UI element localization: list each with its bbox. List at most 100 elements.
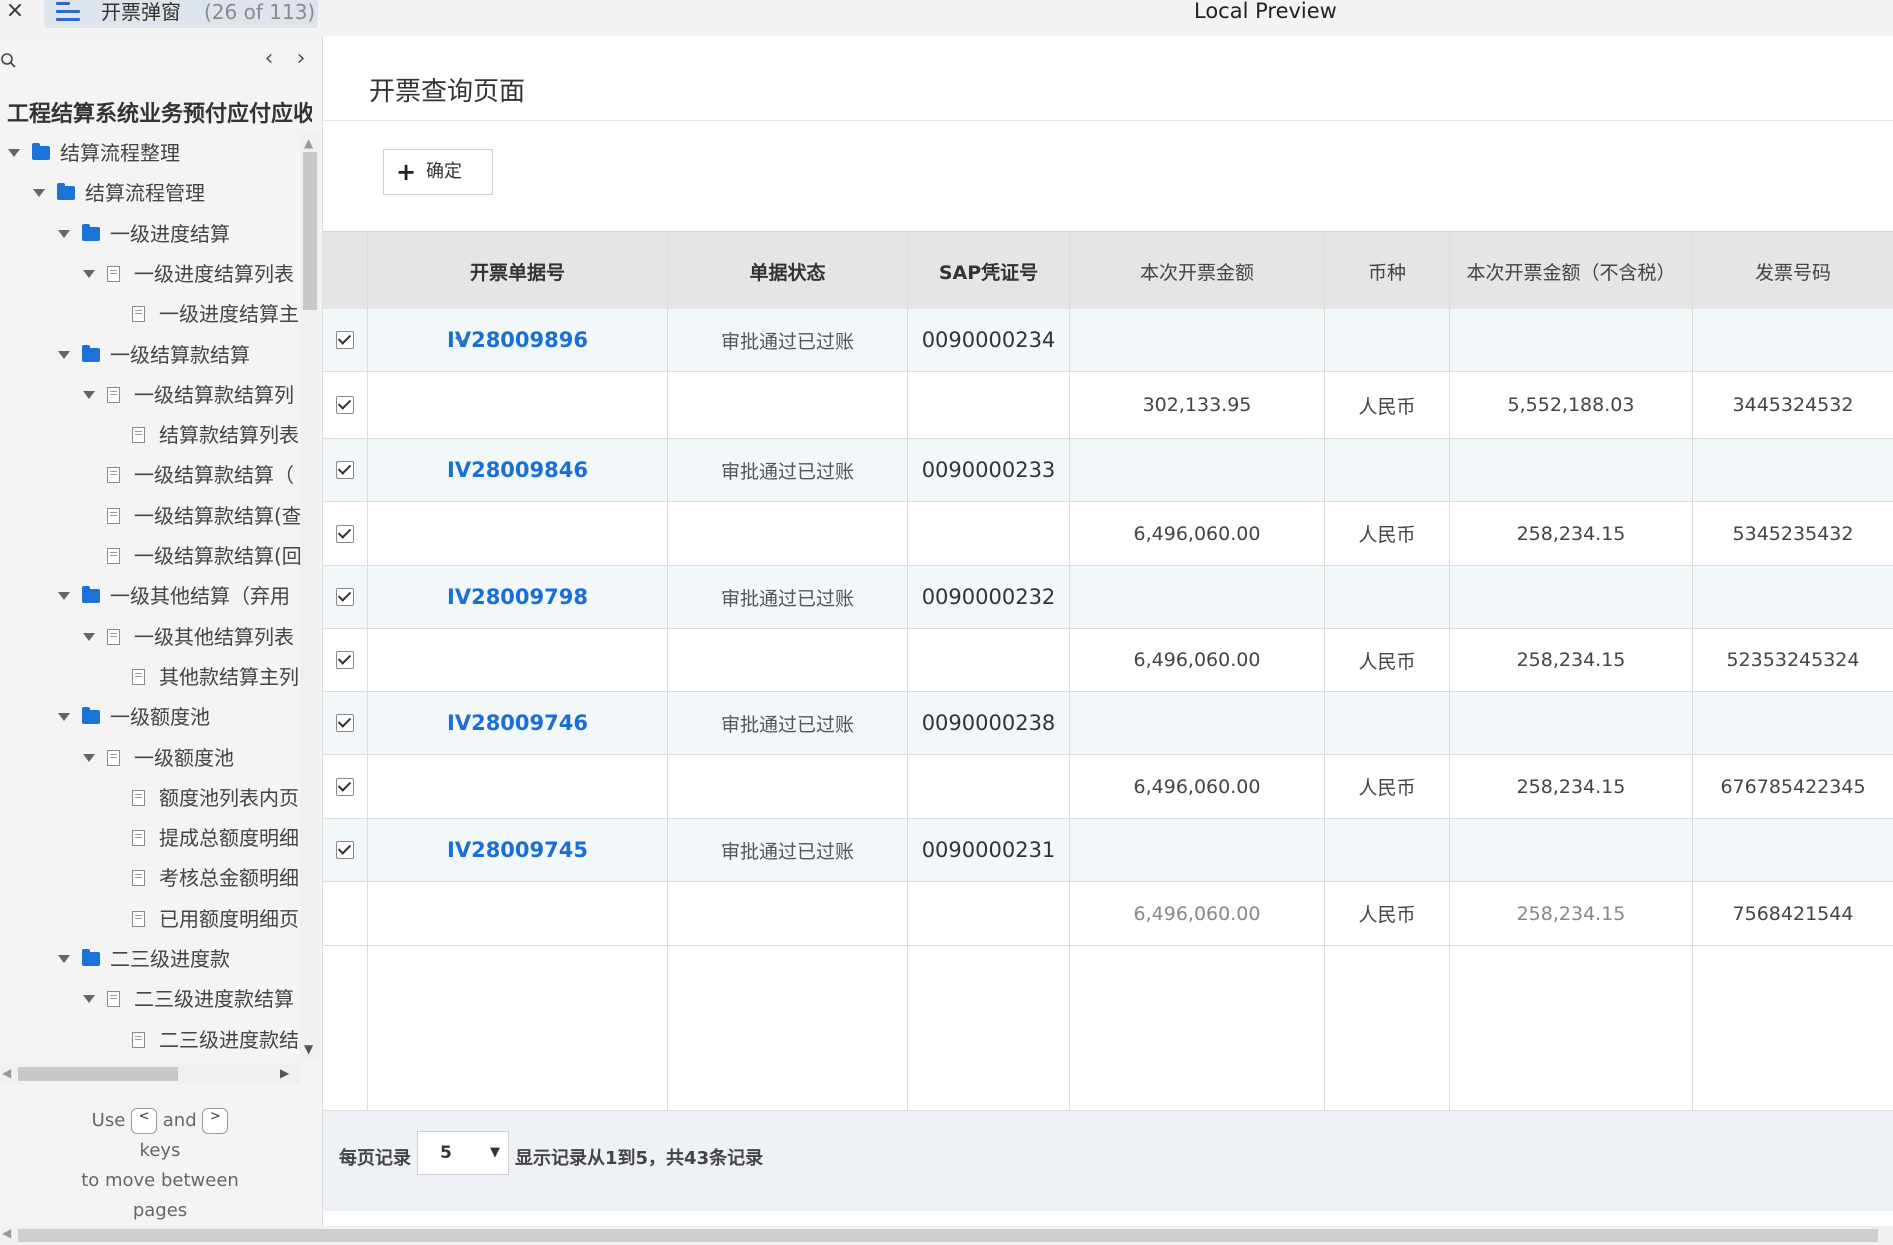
column-header-amount[interactable]: 本次开票金额 — [1070, 232, 1325, 310]
invoice-detail-row[interactable]: 6,496,060.00 人民币 258,234.15 676785422345 — [323, 755, 1893, 819]
next-page-icon[interactable]: › — [290, 46, 312, 74]
column-header-sap-no[interactable]: SAP凭证号 — [908, 232, 1070, 310]
invoice-row[interactable]: IV28009798 审批通过已过账 0090000232 — [323, 566, 1893, 629]
invoice-detail-row[interactable]: 6,496,060.00 人民币 258,234.15 5345235432 — [323, 502, 1893, 566]
expand-caret-icon[interactable] — [58, 712, 70, 721]
tree-item[interactable]: 结算流程整理 — [8, 134, 180, 172]
invoice-no-cell[interactable]: IV28009745 — [368, 819, 668, 881]
tree-item[interactable]: 提成总额度明细 — [108, 819, 299, 857]
tree-item[interactable]: 一级结算款结算(查 — [83, 497, 300, 535]
expand-caret-icon[interactable] — [58, 229, 70, 238]
select-cell[interactable] — [323, 629, 368, 691]
window-horizontal-scrollbar[interactable]: ◀ — [0, 1226, 1893, 1245]
select-cell[interactable] — [323, 502, 368, 565]
row-checkbox[interactable] — [336, 651, 354, 669]
expand-caret-icon[interactable] — [83, 753, 95, 762]
tree-item[interactable]: 一级进度结算 — [58, 215, 230, 253]
scroll-down-icon[interactable]: ▼ — [304, 1042, 313, 1056]
column-header-amount-excl-tax[interactable]: 本次开票金额（不含税） — [1450, 232, 1693, 310]
tree-item[interactable]: 一级结算款结算（ — [83, 456, 294, 494]
tree-item[interactable]: 一级结算款结算 — [58, 336, 250, 374]
column-header-invoice-no[interactable]: 开票单据号 — [368, 232, 668, 310]
select-cell[interactable] — [323, 309, 368, 371]
expand-caret-icon[interactable] — [83, 632, 95, 641]
tree-item[interactable]: 二三级进度款结算 — [83, 980, 294, 1018]
row-checkbox[interactable] — [336, 524, 354, 543]
tree-item[interactable]: 一级进度结算列表 — [83, 255, 294, 293]
scrollbar-thumb[interactable] — [18, 1229, 1878, 1242]
tree-item[interactable]: 结算款结算列表 — [108, 416, 299, 454]
row-checkbox[interactable] — [336, 714, 354, 732]
expand-caret-icon[interactable] — [58, 591, 70, 600]
select-cell[interactable] — [323, 819, 368, 881]
confirm-button[interactable]: + 确定 — [383, 149, 493, 195]
tree-item[interactable]: 二三级进度款结 — [108, 1021, 299, 1059]
sidebar-horizontal-scrollbar[interactable]: ◀ ▶ — [0, 1064, 300, 1084]
scrollbar-thumb[interactable] — [303, 152, 317, 310]
invoice-no-link[interactable]: IV28009798 — [447, 585, 588, 609]
invoice-no-link[interactable]: IV28009746 — [447, 711, 588, 735]
row-checkbox[interactable] — [336, 588, 354, 606]
invoice-no-cell[interactable]: IV28009896 — [368, 309, 668, 371]
tree-item[interactable]: 一级进度结算主 — [108, 295, 299, 333]
tree-item[interactable]: 结算流程管理 — [33, 174, 205, 212]
invoice-detail-row[interactable]: 6,496,060.00 人民币 258,234.15 7568421544 — [323, 882, 1893, 946]
invoice-row[interactable]: IV28009896 审批通过已过账 0090000234 — [323, 309, 1893, 372]
scroll-left-icon[interactable]: ◀ — [2, 1066, 11, 1080]
expand-caret-icon[interactable] — [58, 954, 70, 963]
row-checkbox[interactable] — [336, 461, 354, 479]
invoice-row[interactable]: IV28009846 审批通过已过账 0090000233 — [323, 439, 1893, 502]
search-icon[interactable] — [0, 52, 18, 70]
scroll-right-icon[interactable]: ▶ — [280, 1066, 289, 1080]
invoice-detail-row[interactable]: 302,133.95 人民币 5,552,188.03 3445324532 — [323, 372, 1893, 439]
row-checkbox[interactable] — [336, 331, 354, 349]
expand-caret-icon[interactable] — [33, 188, 45, 197]
invoice-row[interactable]: IV28009746 审批通过已过账 0090000238 — [323, 692, 1893, 755]
select-cell[interactable] — [323, 372, 368, 438]
tree-item[interactable]: 已用额度明细页 — [108, 900, 299, 938]
expand-caret-icon[interactable] — [58, 350, 70, 359]
close-icon[interactable]: × — [4, 0, 26, 24]
select-cell[interactable] — [323, 439, 368, 501]
tree-item[interactable]: 一级额度池 — [83, 739, 234, 777]
tree-item[interactable]: 额度池列表内页 — [108, 779, 299, 817]
column-header-invoice-number[interactable]: 发票号码 — [1693, 232, 1893, 310]
row-checkbox[interactable] — [336, 841, 354, 859]
column-header-status[interactable]: 单据状态 — [668, 232, 908, 310]
invoice-detail-row[interactable]: 6,496,060.00 人民币 258,234.15 52353245324 — [323, 629, 1893, 692]
per-page-select[interactable]: 5 ▼ — [417, 1131, 509, 1175]
tree-item[interactable]: 一级其他结算列表 — [83, 618, 294, 656]
select-cell[interactable] — [323, 692, 368, 754]
invoice-no-cell[interactable]: IV28009846 — [368, 439, 668, 501]
scroll-left-icon[interactable]: ◀ — [2, 1226, 11, 1240]
row-checkbox[interactable] — [336, 777, 354, 796]
sidebar-vertical-scrollbar[interactable]: ▲ ▼ — [300, 134, 320, 1058]
invoice-no-link[interactable]: IV28009745 — [447, 838, 588, 862]
expand-caret-icon[interactable] — [83, 390, 95, 399]
select-cell[interactable] — [323, 755, 368, 818]
tree-item[interactable]: 考核总金额明细 — [108, 859, 299, 897]
expand-caret-icon[interactable] — [83, 994, 95, 1003]
row-checkbox[interactable] — [336, 396, 354, 414]
invoice-no-cell[interactable]: IV28009746 — [368, 692, 668, 754]
column-header-currency[interactable]: 币种 — [1325, 232, 1450, 310]
tree-item[interactable]: 一级结算款结算(回 — [83, 537, 300, 575]
previous-page-icon[interactable]: ‹ — [258, 46, 280, 74]
chevron-down-icon[interactable] — [454, 332, 470, 348]
scrollbar-thumb[interactable] — [18, 1067, 178, 1081]
scroll-up-icon[interactable]: ▲ — [304, 136, 313, 150]
tree-item[interactable]: 一级额度池 — [58, 698, 210, 736]
tree-item[interactable]: 一级其他结算（弃用 — [58, 577, 290, 615]
invoice-no-cell[interactable]: IV28009798 — [368, 566, 668, 628]
invoice-no-link[interactable]: IV28009846 — [447, 458, 588, 482]
preview-tab[interactable]: 开票弹窗 (26 of 113) — [44, 0, 318, 28]
select-cell[interactable] — [323, 566, 368, 628]
expand-caret-icon[interactable] — [83, 269, 95, 278]
tree-item[interactable]: 二三级进度款 — [58, 940, 230, 978]
tree-item[interactable]: 其他款结算主列 — [108, 658, 299, 696]
select-cell[interactable] — [323, 882, 368, 945]
menu-icon[interactable] — [56, 2, 82, 22]
invoice-row[interactable]: IV28009745 审批通过已过账 0090000231 — [323, 819, 1893, 882]
tree-item[interactable]: 一级结算款结算列 — [83, 376, 294, 414]
expand-caret-icon[interactable] — [8, 148, 20, 157]
